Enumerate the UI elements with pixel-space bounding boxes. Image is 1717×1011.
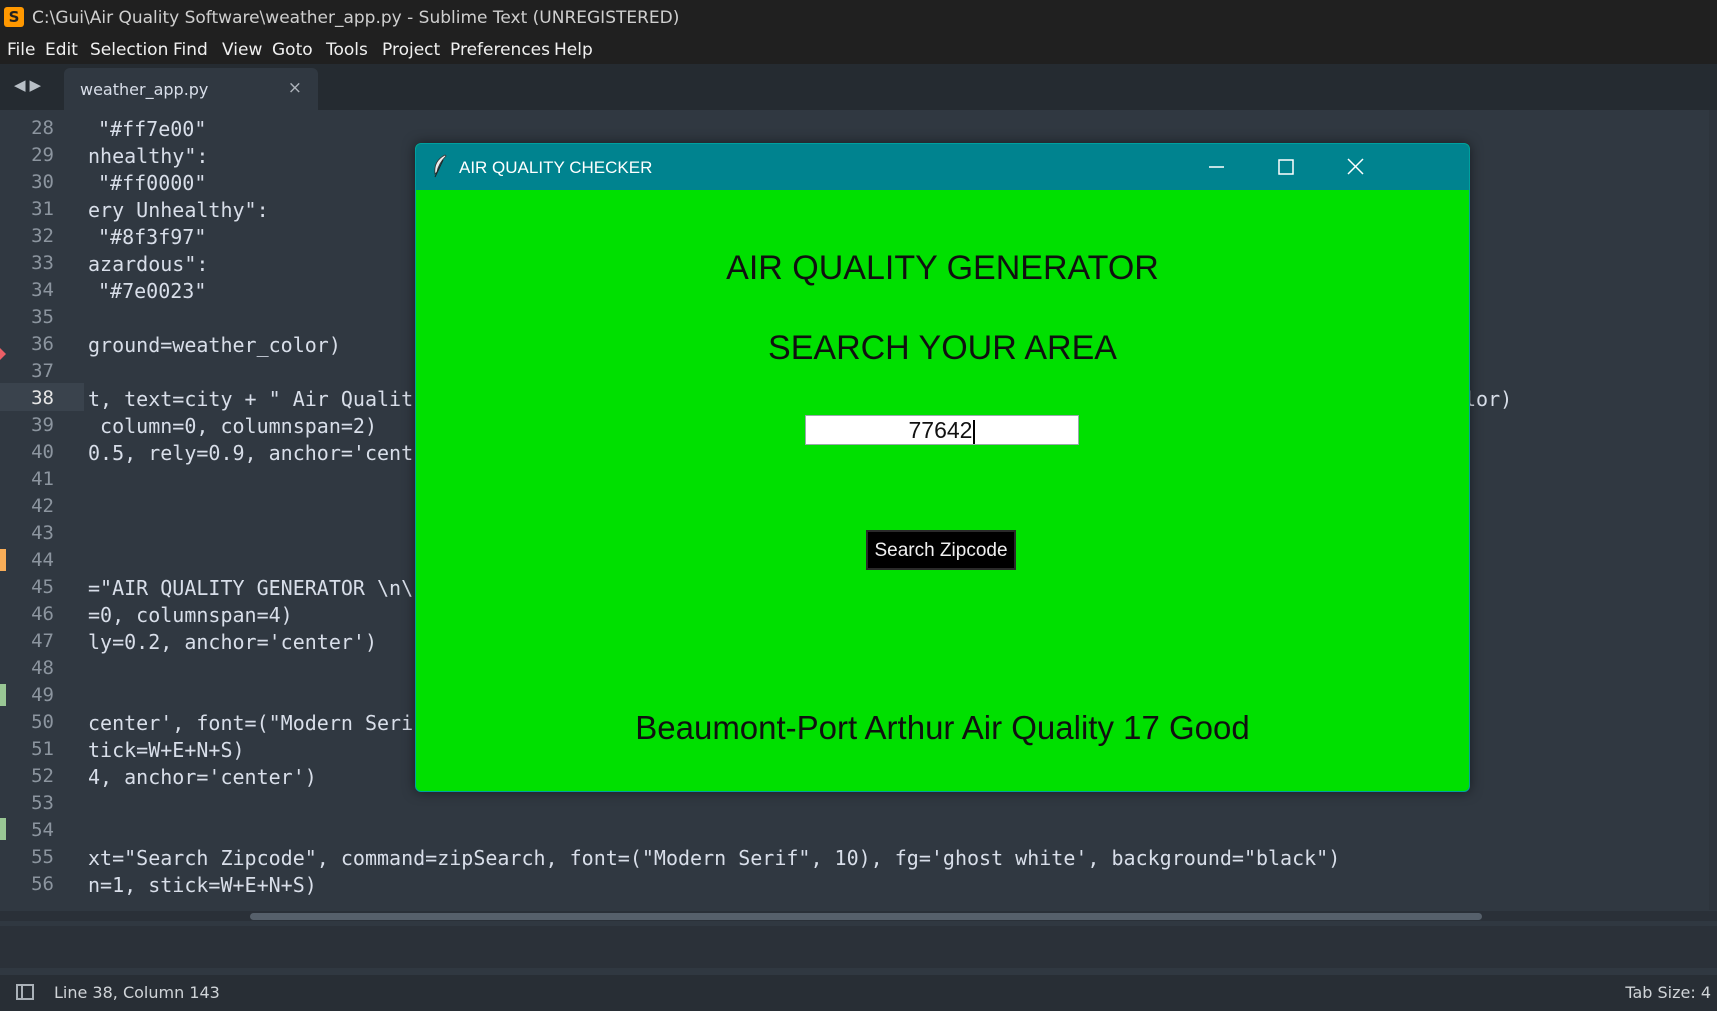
line-number: 44 <box>31 549 54 571</box>
vertical-scrollbar[interactable] <box>1709 110 1717 910</box>
code-line: "#7e0023" <box>98 279 207 303</box>
line-number: 50 <box>31 711 54 733</box>
line-number: 51 <box>31 738 54 760</box>
tab-weather-app[interactable]: weather_app.py × <box>64 68 318 110</box>
code-line: ground=weather_color) <box>88 333 341 357</box>
code-line: nhealthy": <box>88 144 209 168</box>
line-number-current: 38 <box>31 387 54 409</box>
tab-size[interactable]: Tab Size: 4 <box>1625 983 1711 1002</box>
tab-label: weather_app.py <box>80 80 209 99</box>
menu-edit[interactable]: Edit <box>45 40 78 60</box>
cursor-position: Line 38, Column 143 <box>54 983 220 1002</box>
sidebar-toggle-icon[interactable] <box>16 984 34 1000</box>
code-line: center', font=("Modern Seri <box>88 711 414 735</box>
tab-navigation-arrows[interactable]: ◀▶ <box>14 76 45 94</box>
line-number: 47 <box>31 630 54 652</box>
scrollbar-thumb[interactable] <box>250 913 1482 920</box>
line-number: 56 <box>31 873 54 895</box>
line-number: 54 <box>31 819 54 841</box>
menu-project[interactable]: Project <box>382 40 440 60</box>
code-line: 0.5, rely=0.9, anchor='cent <box>88 441 414 465</box>
line-number: 32 <box>31 225 54 247</box>
menu-preferences[interactable]: Preferences <box>450 40 550 60</box>
code-line: n=1, stick=W+E+N+S) <box>88 873 317 897</box>
line-number: 48 <box>31 657 54 679</box>
air-quality-window: AIR QUALITY CHECKER AIR QUALITY GENERATO… <box>415 143 1470 792</box>
feather-icon <box>434 154 447 178</box>
title-bar: S C:\Gui\Air Quality Software\weather_ap… <box>0 0 1717 36</box>
search-zipcode-button[interactable]: Search Zipcode <box>866 530 1016 570</box>
horizontal-scrollbar[interactable] <box>0 911 1717 921</box>
text-caret <box>973 419 976 444</box>
line-number: 28 <box>31 117 54 139</box>
zipcode-value: 77642 <box>908 417 973 443</box>
line-number: 36 <box>31 333 54 355</box>
line-number: 37 <box>31 360 54 382</box>
code-line: tick=W+E+N+S) <box>88 738 245 762</box>
code-line: 4, anchor='center') <box>88 765 317 789</box>
line-number: 42 <box>31 495 54 517</box>
close-icon <box>1347 158 1364 175</box>
line-number: 40 <box>31 441 54 463</box>
code-line: =0, columnspan=4) <box>88 603 293 627</box>
line-number: 52 <box>31 765 54 787</box>
line-number: 35 <box>31 306 54 328</box>
zipcode-input[interactable]: 77642 <box>805 415 1079 445</box>
arrow-left-icon[interactable]: ◀ <box>14 76 30 94</box>
line-number: 30 <box>31 171 54 193</box>
line-number: 33 <box>31 252 54 274</box>
menu-goto[interactable]: Goto <box>272 40 313 60</box>
result-label: Beaumont-Port Arthur Air Quality 17 Good <box>635 709 1250 746</box>
window-title: C:\Gui\Air Quality Software\weather_app.… <box>32 8 680 28</box>
close-icon[interactable]: × <box>288 78 302 98</box>
output-panel <box>0 926 1717 968</box>
menu-tools[interactable]: Tools <box>326 40 368 60</box>
line-number: 55 <box>31 846 54 868</box>
code-line: "#ff0000" <box>98 171 207 195</box>
tab-bar: ◀▶ weather_app.py × <box>0 64 1717 110</box>
code-line: xt="Search Zipcode", command=zipSearch, … <box>88 846 1341 870</box>
line-number: 39 <box>31 414 54 436</box>
line-number: 53 <box>31 792 54 814</box>
code-line: "#ff7e00" <box>98 117 207 141</box>
line-number: 41 <box>31 468 54 490</box>
code-line: ery Unhealthy": <box>88 198 269 222</box>
subheading-label: SEARCH YOUR AREA <box>768 329 1117 367</box>
menu-bar: File Edit Selection Find View Goto Tools… <box>0 36 1717 64</box>
code-line: ly=0.2, anchor='center') <box>88 630 377 654</box>
arrow-right-icon[interactable]: ▶ <box>30 76 46 94</box>
line-number: 43 <box>31 522 54 544</box>
code-line: "#8f3f97" <box>98 225 207 249</box>
line-number: 45 <box>31 576 54 598</box>
status-bar: Line 38, Column 143 Tab Size: 4 <box>0 975 1717 1011</box>
line-number: 46 <box>31 603 54 625</box>
code-line: azardous": <box>88 252 209 276</box>
maximize-button[interactable] <box>1265 152 1305 182</box>
minimize-icon <box>1209 166 1224 168</box>
code-line: lor) <box>1464 387 1513 411</box>
menu-help[interactable]: Help <box>554 40 593 60</box>
air-quality-title: AIR QUALITY CHECKER <box>459 158 653 177</box>
air-quality-titlebar: AIR QUALITY CHECKER <box>416 144 1469 190</box>
code-line: column=0, columnspan=2) <box>88 414 377 438</box>
code-line: t, text=city + " Air Qualit <box>88 387 414 411</box>
sublime-logo-icon: S <box>4 7 24 27</box>
code-line: ="AIR QUALITY GENERATOR \n\ <box>88 576 414 600</box>
menu-view[interactable]: View <box>222 40 262 60</box>
menu-file[interactable]: File <box>7 40 35 60</box>
line-number: 49 <box>31 684 54 706</box>
menu-find[interactable]: Find <box>173 40 208 60</box>
maximize-icon <box>1278 159 1294 175</box>
minimize-button[interactable] <box>1196 152 1236 182</box>
line-number: 31 <box>31 198 54 220</box>
line-number: 34 <box>31 279 54 301</box>
heading-label: AIR QUALITY GENERATOR <box>726 249 1159 287</box>
close-window-button[interactable] <box>1335 152 1375 182</box>
line-number: 29 <box>31 144 54 166</box>
menu-selection[interactable]: Selection <box>90 40 168 60</box>
